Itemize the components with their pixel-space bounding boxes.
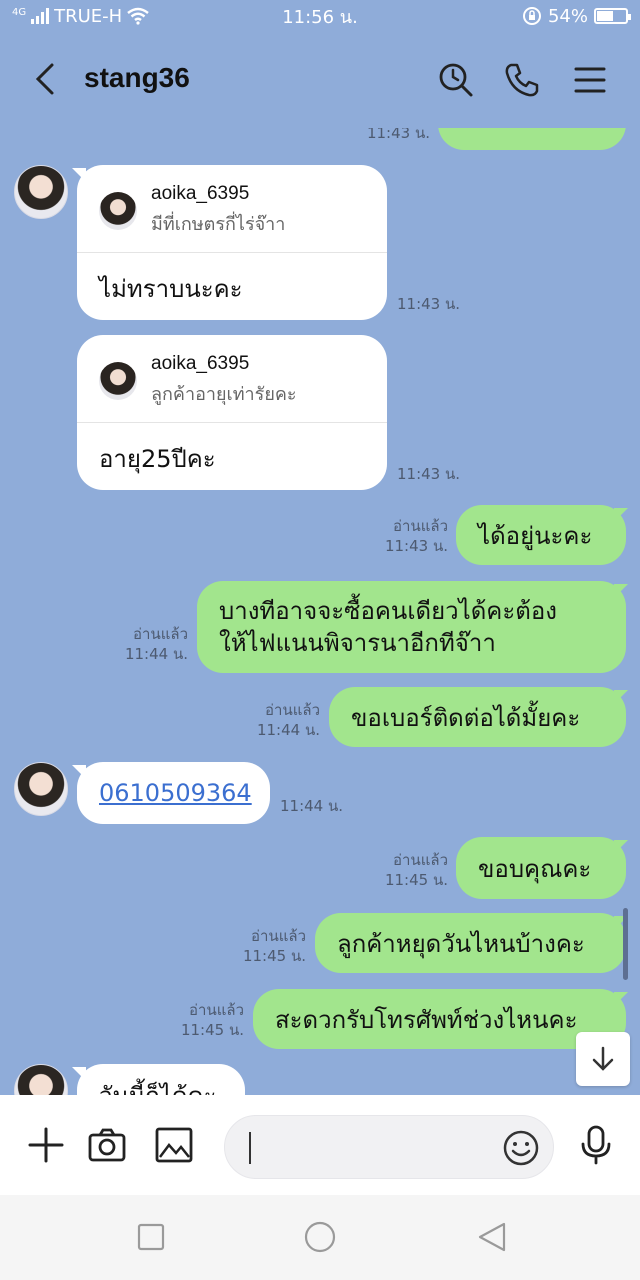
message-text: ไม่ทราบนะคะ <box>99 275 243 303</box>
message-bubble-in[interactable]: 0610509364 <box>77 762 270 824</box>
phone-icon[interactable] <box>502 60 542 100</box>
read-receipt: อ่านแล้ว <box>393 517 448 535</box>
image-icon[interactable] <box>154 1125 194 1165</box>
message-time: 11:43 น. <box>397 295 461 313</box>
message-bubble-out[interactable]: บางทีอาจจะซื้อคนเดียวได้คะต้อง ให้ไฟแนนพ… <box>197 581 626 673</box>
message-text: สะดวกรับโทรศัพท์ช่วงไหนคะ <box>275 1005 578 1034</box>
emoji-icon[interactable] <box>503 1130 539 1166</box>
plus-icon[interactable] <box>26 1125 66 1165</box>
back-icon[interactable] <box>30 62 64 96</box>
read-receipt: อ่านแล้ว <box>265 701 320 719</box>
clock: 11:56 น. <box>282 6 358 28</box>
carrier-name: TRUE-H <box>54 5 123 27</box>
message-meta: อ่านแล้ว 11:44 น. <box>232 700 320 740</box>
reply-avatar <box>99 191 137 230</box>
message-meta: อ่านแล้ว 11:43 น. <box>360 516 448 556</box>
message-meta: อ่านแล้ว 11:45 น. <box>156 1000 244 1040</box>
message-input-bar <box>0 1095 640 1195</box>
wifi-icon <box>127 7 149 25</box>
back-nav-icon[interactable] <box>476 1221 508 1253</box>
reply-quoted-text: มีที่เกษตรกี่ไร่จ๊าา <box>151 214 286 235</box>
message-bubble-out[interactable]: ได้อยู่นะคะ <box>456 505 626 565</box>
message-input[interactable] <box>224 1115 554 1179</box>
read-receipt: อ่านแล้ว <box>189 1001 244 1019</box>
message-bubble-out[interactable]: ลูกค้าหยุดวันไหนบ้างคะ <box>315 913 626 973</box>
reply-avatar <box>99 361 137 400</box>
mic-icon[interactable] <box>576 1125 616 1165</box>
menu-icon[interactable] <box>570 60 610 100</box>
message-time: 11:45 น. <box>384 871 448 889</box>
home-icon[interactable] <box>304 1221 336 1253</box>
message-bubble-out[interactable]: ขอเบอร์ติดต่อได้มั้ยคะ <box>329 687 626 747</box>
chat-area[interactable]: 11:43 น. aoika_6395 มีที่เกษตรกี่ไร่จ๊าา… <box>0 128 640 1095</box>
search-history-icon[interactable] <box>436 60 476 100</box>
message-text-line: ให้ไฟแนนพิจารนาอีกทีจ๊าา <box>219 629 496 657</box>
message-time: 11:43 น. <box>384 537 448 555</box>
message-time: 11:45 น. <box>242 947 306 965</box>
message-text: วันนี้ก็ได้คะ <box>99 1082 216 1095</box>
phone-number-link[interactable]: 0610509364 <box>99 779 252 807</box>
message-time: 11:43 น. <box>397 465 461 483</box>
message-text: ขอเบอร์ติดต่อได้มั้ยคะ <box>351 703 581 732</box>
read-receipt: อ่านแล้ว <box>393 851 448 869</box>
scroll-down-button[interactable] <box>576 1032 630 1086</box>
reply-message-bubble[interactable]: aoika_6395 มีที่เกษตรกี่ไร่จ๊าา ไม่ทราบน… <box>77 165 387 320</box>
network-type: 4G <box>12 6 27 18</box>
signal-icon <box>31 8 50 24</box>
message-meta: อ่านแล้ว 11:44 น. <box>100 624 188 664</box>
chat-header: stang36 <box>0 32 640 128</box>
text-caret <box>249 1132 251 1164</box>
message-time: 11:44 น. <box>256 721 320 739</box>
message-time: 11:45 น. <box>180 1021 244 1039</box>
read-receipt: อ่านแล้ว <box>133 625 188 643</box>
reply-username: aoika_6395 <box>151 183 250 204</box>
reply-message-bubble[interactable]: aoika_6395 ลูกค้าอายุเท่ารัยคะ อายุ25ปีค… <box>77 335 387 490</box>
message-meta: อ่านแล้ว 11:45 น. <box>218 926 306 966</box>
message-text: อายุ25ปีคะ <box>99 445 216 473</box>
battery-icon <box>594 8 631 24</box>
recent-apps-icon[interactable] <box>135 1221 167 1253</box>
message-bubble-out[interactable]: ขอบคุณคะ <box>456 837 626 899</box>
read-receipt: อ่านแล้ว <box>251 927 306 945</box>
message-bubble-in[interactable]: วันนี้ก็ได้คะ <box>77 1064 245 1095</box>
rotation-lock-icon <box>522 7 541 25</box>
system-navigation-bar <box>0 1195 640 1280</box>
contact-name[interactable]: stang36 <box>84 62 190 94</box>
scrollbar[interactable] <box>623 908 628 980</box>
message-time: 11:44 น. <box>124 645 188 663</box>
camera-icon[interactable] <box>87 1125 127 1165</box>
reply-preview[interactable]: aoika_6395 ลูกค้าอายุเท่ารัยคะ <box>77 335 387 423</box>
message-time: 11:43 น. <box>366 128 430 142</box>
reply-quoted-text: ลูกค้าอายุเท่ารัยคะ <box>151 384 297 405</box>
avatar[interactable] <box>14 762 68 816</box>
message-meta: อ่านแล้ว 11:45 น. <box>360 850 448 890</box>
avatar[interactable] <box>14 1064 68 1095</box>
message-text: ลูกค้าหยุดวันไหนบ้างคะ <box>337 929 585 958</box>
message-text-line: บางทีอาจจะซื้อคนเดียวได้คะต้อง <box>219 597 557 625</box>
battery-percent: 54% <box>547 5 588 27</box>
message-bubble-out[interactable] <box>438 128 626 150</box>
status-bar: 4G TRUE-H 11:56 น. 54% <box>0 0 640 32</box>
reply-preview[interactable]: aoika_6395 มีที่เกษตรกี่ไร่จ๊าา <box>77 165 387 253</box>
message-time: 11:44 น. <box>280 797 344 815</box>
message-bubble-out[interactable]: สะดวกรับโทรศัพท์ช่วงไหนคะ <box>253 989 626 1049</box>
message-text: ขอบคุณคะ <box>478 854 592 883</box>
scroll-down-icon <box>592 1046 614 1071</box>
reply-username: aoika_6395 <box>151 353 250 374</box>
avatar[interactable] <box>14 165 68 219</box>
message-text: ได้อยู่นะคะ <box>478 521 593 550</box>
